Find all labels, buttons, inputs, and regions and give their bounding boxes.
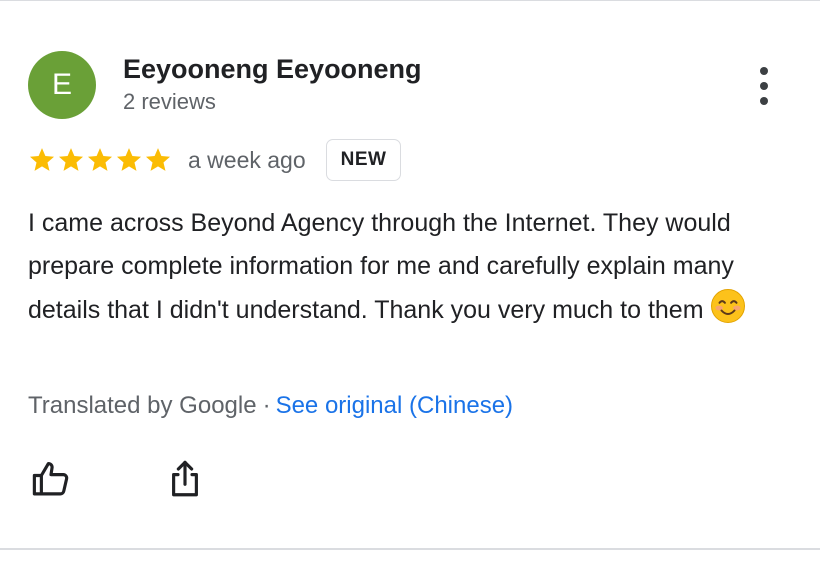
more-vertical-icon-dot <box>760 82 768 90</box>
review-time: a week ago <box>188 146 306 173</box>
thumbs-up-icon <box>30 458 72 500</box>
review-text: I came across Beyond Agency through the … <box>28 202 798 332</box>
star-icon <box>115 146 143 174</box>
share-button[interactable] <box>162 456 208 502</box>
bottom-divider <box>0 548 820 550</box>
more-vertical-icon <box>760 67 768 75</box>
separator: · <box>262 392 271 419</box>
review-meta: a week ago NEW <box>28 138 402 182</box>
star-icon <box>28 146 56 174</box>
share-icon <box>164 458 206 500</box>
star-icon <box>144 146 172 174</box>
reviewer-name[interactable]: Eeyooneng Eeyooneng <box>123 54 422 85</box>
avatar[interactable]: E <box>28 51 96 119</box>
top-divider <box>0 0 820 1</box>
see-original-link[interactable]: See original (Chinese) <box>276 392 513 419</box>
more-vertical-icon-dot <box>760 97 768 105</box>
more-options-button[interactable] <box>744 62 784 110</box>
translation-info: Translated by Google · See original (Chine… <box>28 392 513 420</box>
star-icon <box>57 146 85 174</box>
avatar-initial: E <box>51 68 72 101</box>
star-icon <box>86 146 114 174</box>
review-count: 2 reviews <box>123 89 216 114</box>
new-badge: NEW <box>325 139 402 181</box>
star-rating <box>28 146 172 174</box>
like-button[interactable] <box>28 456 74 502</box>
smiling-face-emoji-icon <box>710 288 746 324</box>
review-body: I came across Beyond Agency through the … <box>28 209 734 324</box>
translated-by-label: Translated by Google <box>28 392 257 419</box>
